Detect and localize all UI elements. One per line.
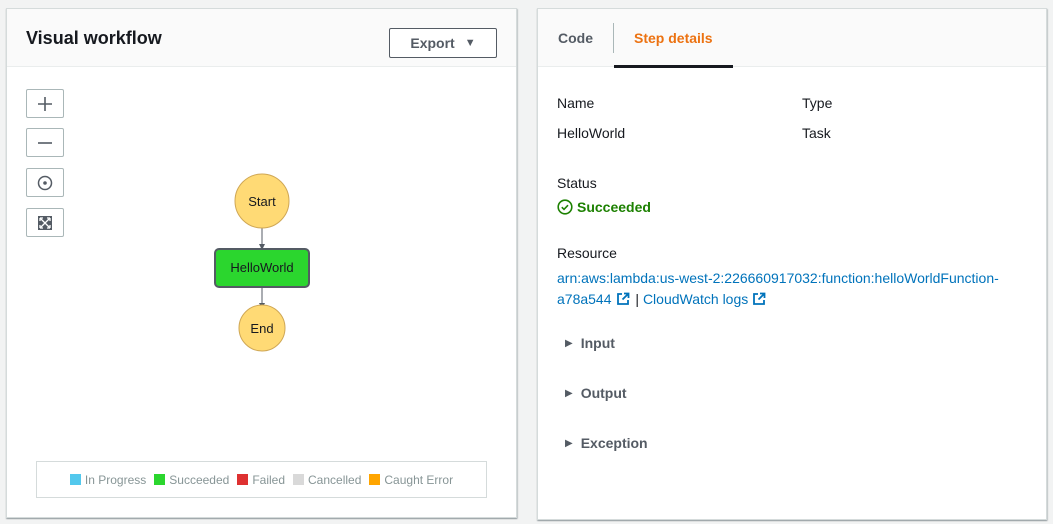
resource-arn-link[interactable]: arn:aws:lambda:us-west-2:226660917032:fu… bbox=[557, 270, 999, 307]
visual-workflow-panel: Visual workflow Export ▼ Start HelloWorl… bbox=[6, 8, 517, 518]
output-expander[interactable]: ▶ Output bbox=[565, 385, 627, 401]
tabs-header: Code Step details bbox=[538, 9, 1046, 68]
legend-swatch bbox=[154, 474, 166, 485]
legend-succeeded: Succeeded bbox=[154, 473, 229, 487]
legend-swatch bbox=[369, 474, 381, 485]
caret-right-icon: ▶ bbox=[565, 337, 573, 349]
legend-label: Failed bbox=[252, 472, 285, 487]
legend-in-progress: In Progress bbox=[69, 472, 147, 487]
name-value: HelloWorld bbox=[557, 125, 626, 141]
external-link-icon bbox=[753, 292, 766, 305]
node-start[interactable]: Start bbox=[234, 173, 290, 229]
link-separator: | bbox=[635, 291, 640, 307]
expander-label: Exception bbox=[580, 435, 648, 451]
status-badge: Succeeded bbox=[557, 199, 651, 215]
input-expander[interactable]: ▶ Input bbox=[565, 335, 615, 351]
legend-swatch bbox=[293, 474, 304, 485]
check-circle-icon bbox=[557, 199, 573, 215]
status-value: Succeeded bbox=[577, 199, 651, 215]
tab-code[interactable]: Code bbox=[538, 9, 613, 67]
name-label: Name bbox=[557, 95, 595, 111]
cloudwatch-logs-link[interactable]: CloudWatch logs bbox=[643, 291, 768, 307]
caret-right-icon: ▶ bbox=[565, 387, 573, 399]
node-helloworld[interactable]: HelloWorld bbox=[214, 248, 310, 288]
node-end[interactable]: End bbox=[238, 304, 286, 352]
node-end-label: End bbox=[250, 321, 273, 336]
legend-swatch bbox=[237, 474, 249, 485]
legend-label: In Progress bbox=[84, 472, 147, 487]
step-details-panel: Code Step details Name HelloWorld Type T… bbox=[537, 8, 1047, 520]
external-link-icon bbox=[616, 292, 629, 305]
resource-label: Resource bbox=[557, 245, 617, 261]
type-value: Task bbox=[802, 125, 831, 141]
legend-caught-error: Caught Error bbox=[369, 473, 453, 487]
caret-right-icon: ▶ bbox=[565, 437, 573, 449]
legend-label: Cancelled bbox=[308, 472, 362, 487]
legend-label: Succeeded bbox=[169, 472, 230, 487]
resource-links: arn:aws:lambda:us-west-2:226660917032:fu… bbox=[557, 268, 1027, 310]
tab-bar: Code Step details bbox=[538, 9, 733, 68]
legend-failed: Failed bbox=[237, 473, 285, 487]
workflow-graph: Start HelloWorld End bbox=[214, 173, 310, 352]
node-helloworld-label: HelloWorld bbox=[230, 260, 293, 275]
cloudwatch-logs-text: CloudWatch logs bbox=[642, 291, 749, 307]
status-legend: In Progress Succeeded Failed Cancelled C… bbox=[36, 461, 487, 498]
legend-label: Caught Error bbox=[384, 472, 454, 487]
legend-cancelled: Cancelled bbox=[293, 473, 361, 487]
exception-expander[interactable]: ▶ Exception bbox=[565, 435, 648, 451]
expander-label: Input bbox=[580, 335, 615, 351]
tab-step-details[interactable]: Step details bbox=[614, 9, 733, 68]
expander-label: Output bbox=[580, 385, 627, 401]
node-start-label: Start bbox=[248, 194, 276, 209]
status-label: Status bbox=[557, 175, 597, 191]
type-label: Type bbox=[802, 95, 833, 111]
legend-swatch bbox=[69, 474, 81, 485]
